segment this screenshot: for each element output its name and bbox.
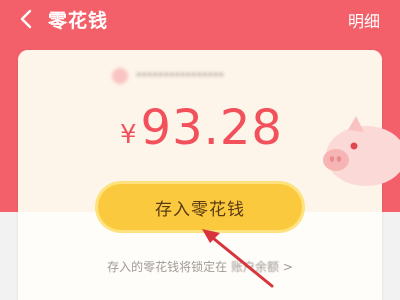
- details-link[interactable]: 明细: [348, 8, 380, 32]
- back-button[interactable]: [14, 7, 38, 31]
- chevron-right-icon: >: [282, 260, 293, 274]
- account-balance-link[interactable]: 账户余额: [231, 260, 279, 274]
- account-info-text: ****************: [136, 69, 224, 83]
- balance-amount: 93.28: [140, 100, 283, 156]
- deposit-button[interactable]: 存入零花钱: [98, 184, 302, 230]
- currency-symbol: ¥: [120, 120, 137, 150]
- piggy-bank-icon: [323, 116, 400, 186]
- footer-note-text: 存入的零花钱将锁定在: [107, 260, 228, 274]
- pocket-money-screen: 零花钱 明细 **************** ¥ 93.28 存入零花钱 存入…: [0, 0, 400, 300]
- balance-display: ¥ 93.28: [120, 98, 283, 158]
- navigation-bar: 零花钱 明细: [0, 0, 400, 40]
- account-icon: [112, 68, 128, 84]
- footer-note: 存入的零花钱将锁定在 账户余额 >: [0, 258, 400, 275]
- chevron-left-icon: [20, 9, 32, 29]
- account-info-row: ****************: [112, 66, 224, 86]
- page-title: 零花钱: [48, 10, 109, 32]
